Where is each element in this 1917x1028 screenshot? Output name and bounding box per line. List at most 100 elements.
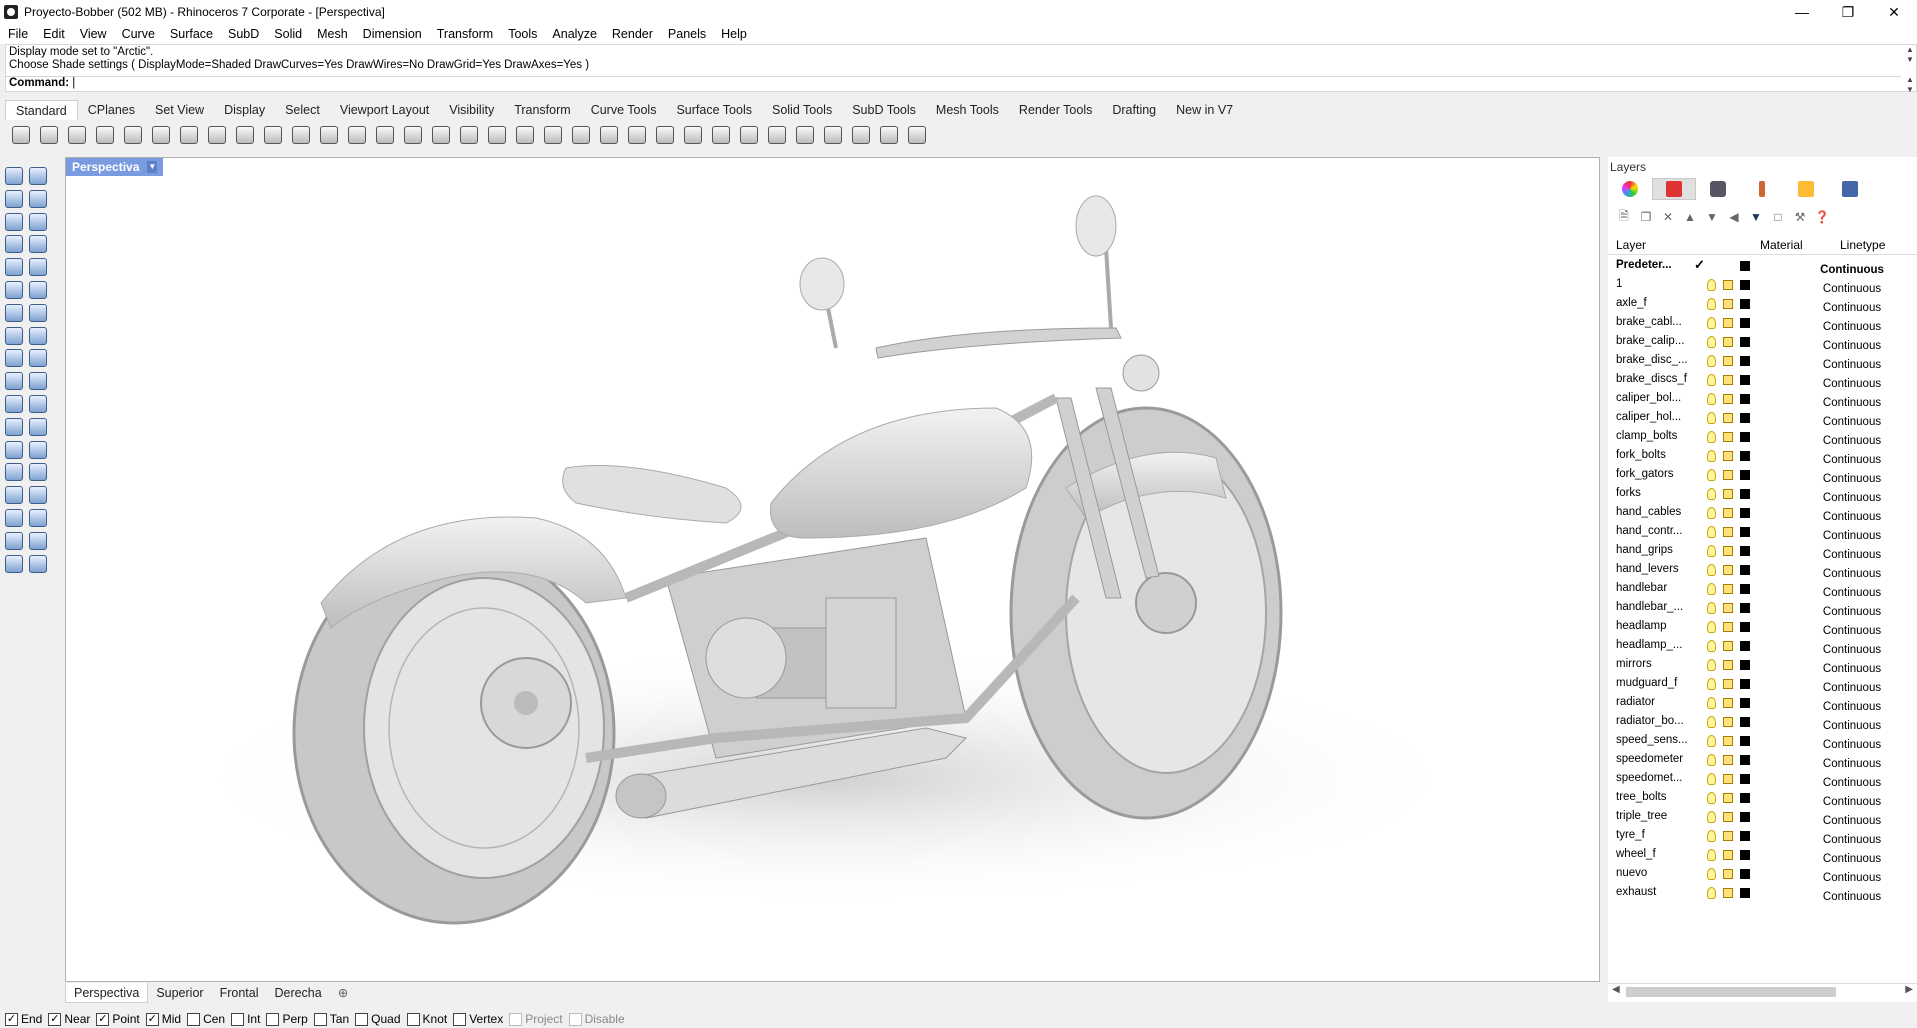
layer-color-swatch[interactable] <box>1740 565 1750 575</box>
layer-color-swatch[interactable] <box>1740 812 1750 822</box>
layer-name[interactable]: headlamp_... <box>1616 639 1690 651</box>
lock-icon[interactable] <box>1723 584 1733 594</box>
lock-icon[interactable] <box>1723 850 1733 860</box>
lock-icon[interactable] <box>1723 736 1733 746</box>
loft-tool-icon[interactable] <box>26 325 50 347</box>
sphere-shade-icon[interactable] <box>709 123 733 147</box>
checkbox-icon[interactable] <box>355 1012 369 1026</box>
layer-name[interactable]: caliper_bol... <box>1616 392 1690 404</box>
layer-name[interactable]: caliper_hol... <box>1616 411 1690 423</box>
layer-name[interactable]: 1 <box>1616 278 1690 290</box>
tab-materials[interactable] <box>1740 178 1784 200</box>
layer-color-swatch[interactable] <box>1740 432 1750 442</box>
layer-color-swatch[interactable] <box>1740 793 1750 803</box>
new-icon[interactable] <box>9 123 33 147</box>
lightbulb-icon[interactable] <box>1707 564 1716 576</box>
tab-standard[interactable]: Standard <box>5 100 78 120</box>
menu-item-solid[interactable]: Solid <box>274 27 302 41</box>
layer-name[interactable]: speedometer <box>1616 753 1690 765</box>
layer-row[interactable]: nuevo Continuous <box>1608 865 1917 884</box>
layer-name[interactable]: fork_gators <box>1616 468 1690 480</box>
lightbulb-icon[interactable] <box>1707 355 1716 367</box>
layer-name[interactable]: handlebar <box>1616 582 1690 594</box>
layer-row[interactable]: radiator Continuous <box>1608 694 1917 713</box>
layer-row[interactable]: headlamp_... Continuous <box>1608 637 1917 656</box>
render-tool-icon[interactable] <box>26 553 50 575</box>
solid-union-tool-icon[interactable] <box>26 302 50 324</box>
tab-display[interactable] <box>1828 178 1872 200</box>
tab-select[interactable]: Select <box>275 100 330 120</box>
lock-icon[interactable] <box>1723 565 1733 575</box>
viewport-perspectiva[interactable]: Perspectiva ▼ <box>65 157 1600 982</box>
layer-row[interactable]: tree_bolts Continuous <box>1608 789 1917 808</box>
layer-color-swatch[interactable] <box>1740 394 1750 404</box>
layer-row[interactable]: headlamp Continuous <box>1608 618 1917 637</box>
layer-color-swatch[interactable] <box>1740 470 1750 480</box>
settings-icon[interactable] <box>821 123 845 147</box>
tab-display[interactable]: Display <box>214 100 275 120</box>
osnap-mid[interactable]: ✓ Mid <box>145 1012 181 1026</box>
move-down-icon[interactable]: ▼ <box>1704 209 1720 225</box>
command-input[interactable]: Command: | <box>6 76 1901 92</box>
lightbulb-icon[interactable] <box>1707 526 1716 538</box>
checkbox-icon[interactable] <box>231 1012 245 1026</box>
lock-icon[interactable] <box>1723 717 1733 727</box>
freeform-tool-icon[interactable] <box>26 256 50 278</box>
move-up-icon[interactable]: ▲ <box>1682 209 1698 225</box>
col-layer[interactable]: Layer <box>1616 238 1646 252</box>
lightbulb-icon[interactable] <box>1707 545 1716 557</box>
layer-row[interactable]: triple_tree Continuous <box>1608 808 1917 827</box>
fillet-tool-icon[interactable] <box>26 416 50 438</box>
lock-icon[interactable] <box>1723 812 1733 822</box>
checkbox-icon[interactable]: ✓ <box>96 1012 110 1026</box>
help-icon[interactable] <box>905 123 929 147</box>
polyline-tool-icon[interactable] <box>2 188 26 210</box>
layer-row[interactable]: hand_cables Continuous <box>1608 504 1917 523</box>
col-material[interactable]: Material <box>1760 238 1803 252</box>
layer-color-swatch[interactable] <box>1740 622 1750 632</box>
help-icon[interactable]: ❓ <box>1814 209 1830 225</box>
lightbulb-icon[interactable] <box>1707 279 1716 291</box>
transform-tool-icon[interactable] <box>2 347 26 369</box>
tab-cplanes[interactable]: CPlanes <box>78 100 145 120</box>
layer-name[interactable]: exhaust <box>1616 886 1690 898</box>
layer-row[interactable]: hand_contr... Continuous <box>1608 523 1917 542</box>
polygon-tool-icon[interactable] <box>2 233 26 255</box>
split-tool-icon[interactable] <box>26 461 50 483</box>
tab-render-tools[interactable]: Render Tools <box>1009 100 1102 120</box>
menu-item-view[interactable]: View <box>80 27 107 41</box>
lock-icon[interactable] <box>1723 508 1733 518</box>
layer-row[interactable]: caliper_bol... Continuous <box>1608 390 1917 409</box>
lock-icon[interactable] <box>1723 318 1733 328</box>
lightbulb-icon[interactable] <box>1707 488 1716 500</box>
lock-icon[interactable] <box>1723 527 1733 537</box>
dimension-tool-icon[interactable] <box>2 370 26 392</box>
lock-icon[interactable] <box>1723 280 1733 290</box>
layer-name[interactable]: radiator <box>1616 696 1690 708</box>
lightbulb-icon[interactable] <box>1707 830 1716 842</box>
layer-name[interactable]: brake_calip... <box>1616 335 1690 347</box>
layer-row[interactable]: mirrors Continuous <box>1608 656 1917 675</box>
tools-icon[interactable]: ⚒ <box>1792 209 1808 225</box>
layer-row[interactable]: brake_disc_... Continuous <box>1608 352 1917 371</box>
lock-icon[interactable] <box>1723 831 1733 841</box>
layer-row[interactable]: mudguard_f Continuous <box>1608 675 1917 694</box>
lock-icon[interactable] <box>1723 432 1733 442</box>
array-tool-icon[interactable] <box>26 393 50 415</box>
layer-row[interactable]: forks Continuous <box>1608 485 1917 504</box>
layer-color-swatch[interactable] <box>1740 774 1750 784</box>
analyze-tool-icon[interactable] <box>2 530 26 552</box>
globe-icon[interactable] <box>877 123 901 147</box>
curve-offset-tool-icon[interactable] <box>2 416 26 438</box>
lock-icon[interactable] <box>1723 451 1733 461</box>
point-tool-icon[interactable] <box>26 165 50 187</box>
osnap-cen[interactable]: Cen <box>187 1012 225 1026</box>
menu-item-mesh[interactable]: Mesh <box>317 27 348 41</box>
cut-icon[interactable] <box>149 123 173 147</box>
curve-tool-icon[interactable] <box>26 188 50 210</box>
check-tool-icon[interactable] <box>26 530 50 552</box>
osnap-vertex[interactable]: Vertex <box>453 1012 503 1026</box>
layer-color-swatch[interactable] <box>1740 755 1750 765</box>
layer-name[interactable]: brake_disc_... <box>1616 354 1690 366</box>
layer-row[interactable]: tyre_f Continuous <box>1608 827 1917 846</box>
